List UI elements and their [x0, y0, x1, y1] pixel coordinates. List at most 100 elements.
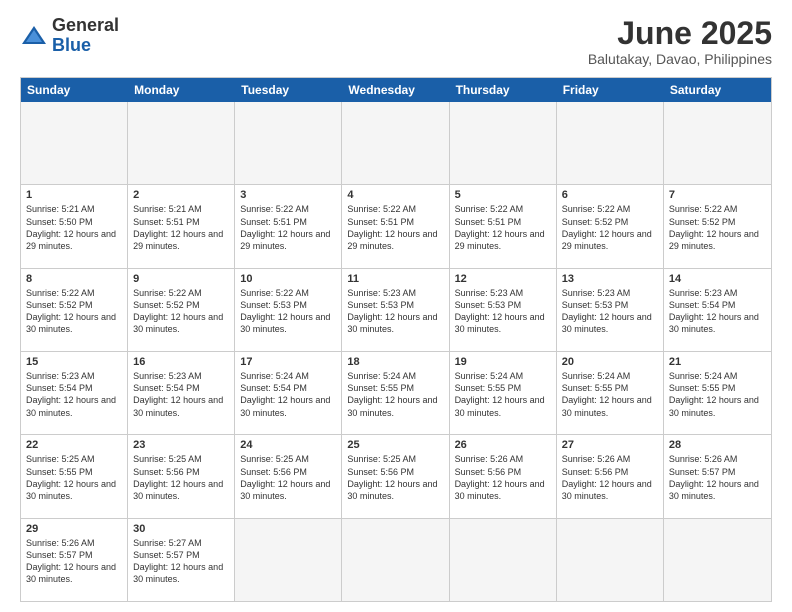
- calendar-cell: 27Sunrise: 5:26 AMSunset: 5:56 PMDayligh…: [557, 435, 664, 517]
- calendar-cell: [342, 519, 449, 601]
- cell-info: Sunrise: 5:22 AMSunset: 5:51 PMDaylight:…: [455, 203, 551, 252]
- calendar-cell: [342, 102, 449, 184]
- calendar-week-6: 29 Sunrise: 5:26 AMSunset: 5:57 PMDayligh…: [21, 519, 771, 601]
- calendar-cell: 28Sunrise: 5:26 AMSunset: 5:57 PMDayligh…: [664, 435, 771, 517]
- cell-info: Sunrise: 5:25 AMSunset: 5:56 PMDaylight:…: [133, 453, 229, 502]
- calendar-cell: 12 Sunrise: 5:23 AMSunset: 5:53 PMDayligh…: [450, 269, 557, 351]
- page: General Blue June 2025 Balutakay, Davao,…: [0, 0, 792, 612]
- header-monday: Monday: [128, 78, 235, 102]
- cell-info: Sunrise: 5:24 AMSunset: 5:55 PMDaylight:…: [669, 370, 766, 419]
- cell-info: Sunrise: 5:25 AMSunset: 5:56 PMDaylight:…: [347, 453, 443, 502]
- cell-info: Sunrise: 5:22 AMSunset: 5:52 PMDaylight:…: [26, 287, 122, 336]
- calendar-cell: [557, 102, 664, 184]
- calendar-cell: 29 Sunrise: 5:26 AMSunset: 5:57 PMDayligh…: [21, 519, 128, 601]
- calendar-cell: [664, 102, 771, 184]
- header-wednesday: Wednesday: [342, 78, 449, 102]
- day-number: 11: [347, 273, 443, 285]
- logo-general-text: General: [52, 16, 119, 36]
- calendar-cell: [128, 102, 235, 184]
- cell-info: Sunrise: 5:23 AMSunset: 5:53 PMDaylight:…: [562, 287, 658, 336]
- header-sunday: Sunday: [21, 78, 128, 102]
- cell-info: Sunrise: 5:23 AMSunset: 5:54 PMDaylight:…: [669, 287, 766, 336]
- day-number: 14: [669, 273, 766, 285]
- calendar-cell: 11Sunrise: 5:23 AMSunset: 5:53 PMDayligh…: [342, 269, 449, 351]
- cell-info: Sunrise: 5:23 AMSunset: 5:54 PMDaylight:…: [26, 370, 122, 419]
- month-year-title: June 2025: [588, 16, 772, 51]
- cell-info: Sunrise: 5:26 AMSunset: 5:57 PMDaylight:…: [26, 537, 122, 586]
- calendar-cell: 15 Sunrise: 5:23 AMSunset: 5:54 PMDayligh…: [21, 352, 128, 434]
- day-number: 7: [669, 189, 766, 201]
- cell-info: Sunrise: 5:23 AMSunset: 5:53 PMDaylight:…: [455, 287, 551, 336]
- day-number: 6: [562, 189, 658, 201]
- day-number: 20: [562, 356, 658, 368]
- calendar-cell: 10 Sunrise: 5:22 AMSunset: 5:53 PMDayligh…: [235, 269, 342, 351]
- day-number: 30: [133, 523, 229, 535]
- header-tuesday: Tuesday: [235, 78, 342, 102]
- calendar-cell: [450, 519, 557, 601]
- cell-info: Sunrise: 5:24 AMSunset: 5:55 PMDaylight:…: [347, 370, 443, 419]
- logo-icon: [20, 22, 48, 50]
- calendar-cell: 30 Sunrise: 5:27 AMSunset: 5:57 PMDayligh…: [128, 519, 235, 601]
- calendar-body: 1 Sunrise: 5:21 AMSunset: 5:50 PMDaylight…: [21, 102, 771, 601]
- calendar-cell: 2 Sunrise: 5:21 AMSunset: 5:51 PMDaylight…: [128, 185, 235, 267]
- calendar-cell: 24Sunrise: 5:25 AMSunset: 5:56 PMDayligh…: [235, 435, 342, 517]
- header-thursday: Thursday: [450, 78, 557, 102]
- day-number: 10: [240, 273, 336, 285]
- cell-info: Sunrise: 5:25 AMSunset: 5:56 PMDaylight:…: [240, 453, 336, 502]
- calendar-cell: [664, 519, 771, 601]
- calendar-cell: 25 Sunrise: 5:25 AMSunset: 5:56 PMDayligh…: [342, 435, 449, 517]
- calendar-cell: [557, 519, 664, 601]
- header-friday: Friday: [557, 78, 664, 102]
- calendar-header: Sunday Monday Tuesday Wednesday Thursday…: [21, 78, 771, 102]
- calendar-week-5: 22Sunrise: 5:25 AMSunset: 5:55 PMDayligh…: [21, 435, 771, 518]
- calendar-cell: 9Sunrise: 5:22 AMSunset: 5:52 PMDaylight…: [128, 269, 235, 351]
- header-saturday: Saturday: [664, 78, 771, 102]
- day-number: 8: [26, 273, 122, 285]
- cell-info: Sunrise: 5:26 AMSunset: 5:56 PMDaylight:…: [562, 453, 658, 502]
- calendar-cell: 20 Sunrise: 5:24 AMSunset: 5:55 PMDayligh…: [557, 352, 664, 434]
- cell-info: Sunrise: 5:21 AMSunset: 5:51 PMDaylight:…: [133, 203, 229, 252]
- day-number: 26: [455, 439, 551, 451]
- title-area: June 2025 Balutakay, Davao, Philippines: [588, 16, 772, 67]
- calendar-week-2: 1 Sunrise: 5:21 AMSunset: 5:50 PMDaylight…: [21, 185, 771, 268]
- calendar-cell: [450, 102, 557, 184]
- calendar-cell: 18Sunrise: 5:24 AMSunset: 5:55 PMDayligh…: [342, 352, 449, 434]
- cell-info: Sunrise: 5:22 AMSunset: 5:53 PMDaylight:…: [240, 287, 336, 336]
- calendar-cell: 17Sunrise: 5:24 AMSunset: 5:54 PMDayligh…: [235, 352, 342, 434]
- day-number: 9: [133, 273, 229, 285]
- cell-info: Sunrise: 5:22 AMSunset: 5:51 PMDaylight:…: [347, 203, 443, 252]
- calendar-cell: 5Sunrise: 5:22 AMSunset: 5:51 PMDaylight…: [450, 185, 557, 267]
- day-number: 28: [669, 439, 766, 451]
- calendar-cell: 16Sunrise: 5:23 AMSunset: 5:54 PMDayligh…: [128, 352, 235, 434]
- day-number: 3: [240, 189, 336, 201]
- day-number: 15: [26, 356, 122, 368]
- day-number: 1: [26, 189, 122, 201]
- calendar-cell: [21, 102, 128, 184]
- location-text: Balutakay, Davao, Philippines: [588, 51, 772, 67]
- calendar-cell: 14 Sunrise: 5:23 AMSunset: 5:54 PMDayligh…: [664, 269, 771, 351]
- calendar-week-3: 8 Sunrise: 5:22 AMSunset: 5:52 PMDaylight…: [21, 269, 771, 352]
- day-number: 12: [455, 273, 551, 285]
- day-number: 21: [669, 356, 766, 368]
- cell-info: Sunrise: 5:22 AMSunset: 5:51 PMDaylight:…: [240, 203, 336, 252]
- day-number: 22: [26, 439, 122, 451]
- cell-info: Sunrise: 5:27 AMSunset: 5:57 PMDaylight:…: [133, 537, 229, 586]
- day-number: 25: [347, 439, 443, 451]
- cell-info: Sunrise: 5:24 AMSunset: 5:55 PMDaylight:…: [455, 370, 551, 419]
- header: General Blue June 2025 Balutakay, Davao,…: [20, 16, 772, 67]
- calendar: Sunday Monday Tuesday Wednesday Thursday…: [20, 77, 772, 602]
- day-number: 23: [133, 439, 229, 451]
- day-number: 2: [133, 189, 229, 201]
- calendar-cell: 13 Sunrise: 5:23 AMSunset: 5:53 PMDayligh…: [557, 269, 664, 351]
- calendar-week-4: 15 Sunrise: 5:23 AMSunset: 5:54 PMDayligh…: [21, 352, 771, 435]
- day-number: 29: [26, 523, 122, 535]
- cell-info: Sunrise: 5:21 AMSunset: 5:50 PMDaylight:…: [26, 203, 122, 252]
- day-number: 16: [133, 356, 229, 368]
- day-number: 4: [347, 189, 443, 201]
- day-number: 13: [562, 273, 658, 285]
- cell-info: Sunrise: 5:24 AMSunset: 5:55 PMDaylight:…: [562, 370, 658, 419]
- calendar-cell: 21 Sunrise: 5:24 AMSunset: 5:55 PMDayligh…: [664, 352, 771, 434]
- day-number: 17: [240, 356, 336, 368]
- calendar-cell: 1 Sunrise: 5:21 AMSunset: 5:50 PMDaylight…: [21, 185, 128, 267]
- calendar-cell: 7Sunrise: 5:22 AMSunset: 5:52 PMDaylight…: [664, 185, 771, 267]
